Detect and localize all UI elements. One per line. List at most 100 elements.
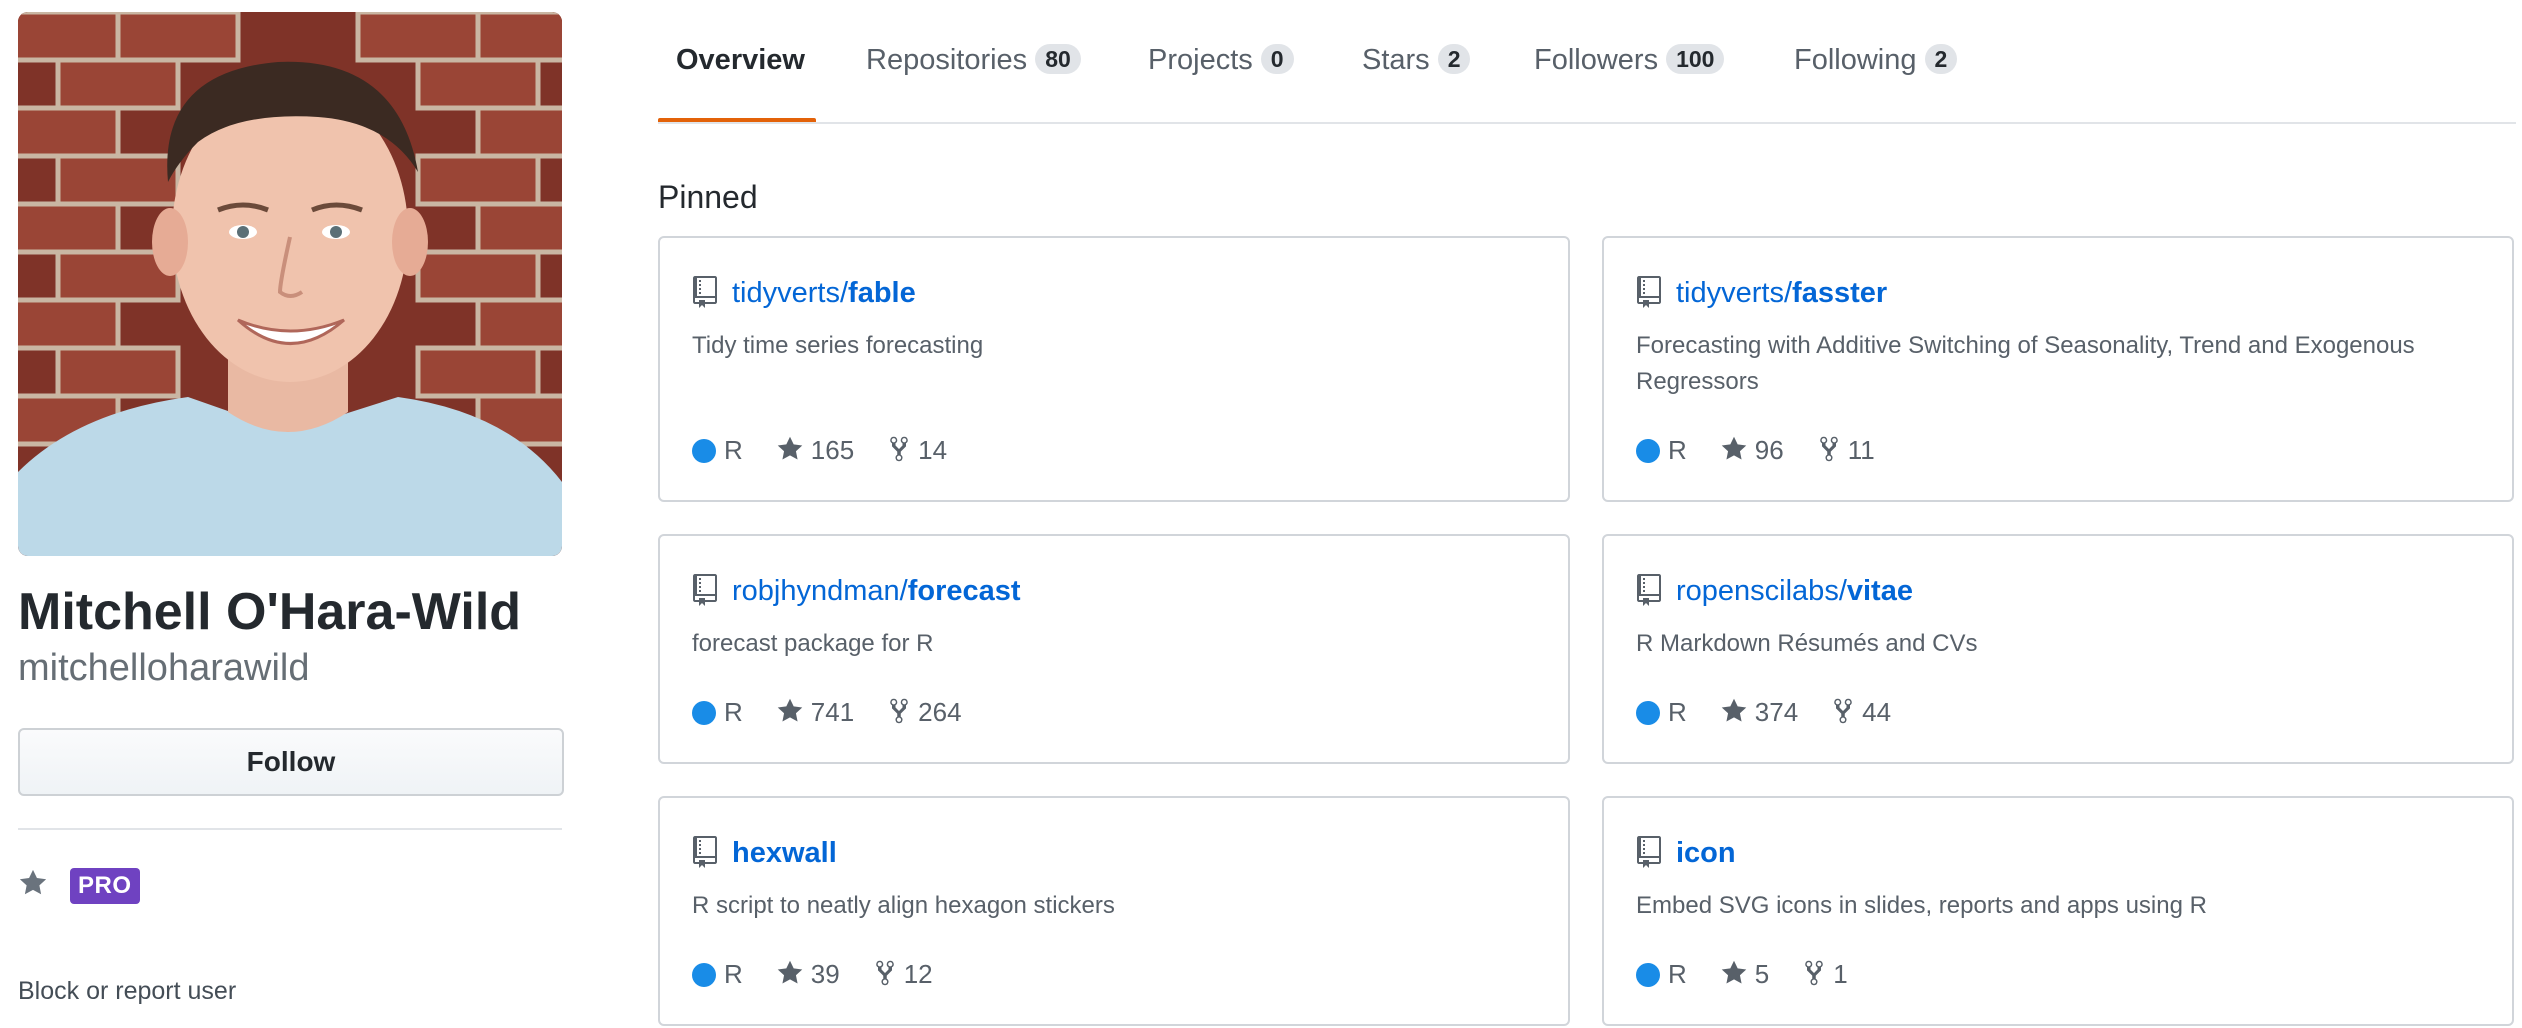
repo-link[interactable]: robjhyndman/forecast	[732, 572, 1021, 610]
tab-label: Following	[1794, 44, 1917, 76]
tab-label: Overview	[676, 44, 805, 76]
repo-link[interactable]: tidyverts/fable	[732, 274, 916, 312]
repo-description: R script to neatly align hexagon sticker…	[692, 892, 1115, 919]
repo-link[interactable]: tidyverts/fasster	[1676, 274, 1887, 312]
repo-forks[interactable]: 14	[888, 432, 947, 468]
tab-followers[interactable]: Followers 100	[1534, 40, 1725, 80]
repo-forks[interactable]: 12	[874, 956, 933, 992]
repo-link[interactable]: hexwall	[732, 834, 837, 872]
star-icon	[777, 960, 803, 984]
repo-meta: R 741 264	[692, 694, 996, 730]
repo-meta: R 39 12	[692, 956, 967, 992]
language-color-dot	[1636, 701, 1660, 725]
pinned-repo-card: robjhyndman/forecast forecast package for…	[658, 534, 1570, 764]
fork-count: 1	[1833, 959, 1848, 989]
repo-meta: R 374 44	[1636, 694, 1925, 730]
language-label: R	[1668, 959, 1687, 989]
pinned-heading: Pinned	[658, 179, 758, 215]
pinned-repo-card: ropenscilabs/vitae R Markdown Résumés and…	[1602, 534, 2514, 764]
profile-full-name: Mitchell O'Hara-Wild	[18, 583, 522, 641]
repo-name: icon	[1676, 837, 1736, 869]
language-color-dot	[1636, 439, 1660, 463]
star-icon	[1721, 436, 1747, 460]
language-color-dot	[692, 439, 716, 463]
fork-icon	[1834, 698, 1852, 724]
language-label: R	[724, 435, 743, 465]
tab-label: Repositories	[866, 44, 1028, 76]
repo-icon	[693, 276, 717, 308]
fork-count: 11	[1847, 435, 1875, 465]
fork-icon	[875, 960, 894, 986]
star-count: 5	[1754, 959, 1770, 989]
repo-language: R	[1636, 956, 1687, 992]
repo-meta: R 96 11	[1636, 432, 1909, 468]
block-report-link[interactable]: Block or report user	[18, 974, 236, 1008]
pro-badge[interactable]: PRO	[70, 868, 140, 904]
repo-stars[interactable]: 5	[1721, 956, 1769, 992]
repo-forks[interactable]: 1	[1803, 956, 1848, 992]
tab-count: 2	[1437, 44, 1471, 74]
repo-stars[interactable]: 741	[777, 694, 854, 730]
follow-button[interactable]: Follow	[18, 728, 564, 796]
pinned-repo-card: tidyverts/fable Tidy time series forecast…	[658, 236, 1570, 502]
repo-icon	[693, 836, 717, 868]
star-icon	[1721, 960, 1747, 984]
profile-username: mitchelloharawild	[18, 647, 310, 689]
repo-language: R	[1636, 694, 1687, 730]
avatar[interactable]	[18, 12, 562, 556]
repo-description: Embed SVG icons in slides, reports and a…	[1636, 892, 2207, 919]
repo-link[interactable]: ropenscilabs/vitae	[1676, 572, 1913, 610]
repo-meta: R 5 1	[1636, 956, 1882, 992]
repo-link[interactable]: icon	[1676, 834, 1736, 872]
tab-projects[interactable]: Projects 0	[1148, 40, 1294, 80]
repo-description: R Markdown Résumés and CVs	[1636, 630, 1978, 657]
repo-language: R	[692, 956, 743, 992]
language-color-dot	[692, 963, 716, 987]
fork-icon	[1805, 960, 1823, 986]
repo-forks[interactable]: 264	[888, 694, 962, 730]
tab-following[interactable]: Following 2	[1794, 40, 1958, 80]
repo-icon	[693, 574, 717, 606]
star-icon	[777, 436, 803, 460]
profile-tabs: Overview Repositories 80 Projects 0 Stars 2…	[658, 0, 2516, 124]
star-count: 165	[810, 435, 855, 465]
repo-icon	[1637, 836, 1661, 868]
star-count: 374	[1754, 697, 1799, 727]
repo-forks[interactable]: 11	[1818, 432, 1875, 468]
divider	[18, 828, 562, 830]
repo-name: fable	[848, 277, 916, 309]
repo-stars[interactable]: 374	[1721, 694, 1798, 730]
repo-name: fasster	[1792, 277, 1888, 309]
repo-language: R	[1636, 432, 1687, 468]
repo-stars[interactable]: 96	[1721, 432, 1784, 468]
repo-owner: robjhyndman/	[732, 575, 908, 607]
repo-owner: tidyverts/	[732, 277, 849, 309]
tab-overview[interactable]: Overview	[676, 40, 805, 80]
repo-language: R	[692, 432, 743, 468]
tab-repositories[interactable]: Repositories 80	[866, 40, 1081, 80]
repo-stars[interactable]: 165	[777, 432, 854, 468]
repo-meta: R 165 14	[692, 432, 981, 468]
tab-label: Projects	[1148, 44, 1253, 76]
fork-count: 12	[903, 959, 933, 989]
tab-count: 80	[1035, 44, 1081, 74]
star-icon	[1721, 698, 1747, 722]
repo-owner: ropenscilabs/	[1676, 575, 1847, 607]
pinned-repo-card: tidyverts/fasster Forecasting with Additi…	[1602, 236, 2514, 502]
tab-count: 0	[1260, 44, 1294, 74]
avatar-image	[18, 12, 562, 556]
repo-forks[interactable]: 44	[1832, 694, 1891, 730]
fork-icon	[890, 436, 908, 462]
tab-stars[interactable]: Stars 2	[1362, 40, 1471, 80]
repo-language: R	[692, 694, 743, 730]
language-label: R	[724, 697, 743, 727]
fork-count: 14	[918, 435, 948, 465]
pinned-repo-card: hexwall R script to neatly align hexagon …	[658, 796, 1570, 1026]
language-label: R	[1668, 697, 1687, 727]
star-icon[interactable]	[18, 868, 48, 898]
language-label: R	[1668, 435, 1687, 465]
repo-name: vitae	[1846, 575, 1913, 607]
pinned-repo-card: icon Embed SVG icons in slides, reports a…	[1602, 796, 2514, 1026]
repo-description: Forecasting with Additive Switching of S…	[1636, 332, 2415, 395]
repo-stars[interactable]: 39	[777, 956, 840, 992]
